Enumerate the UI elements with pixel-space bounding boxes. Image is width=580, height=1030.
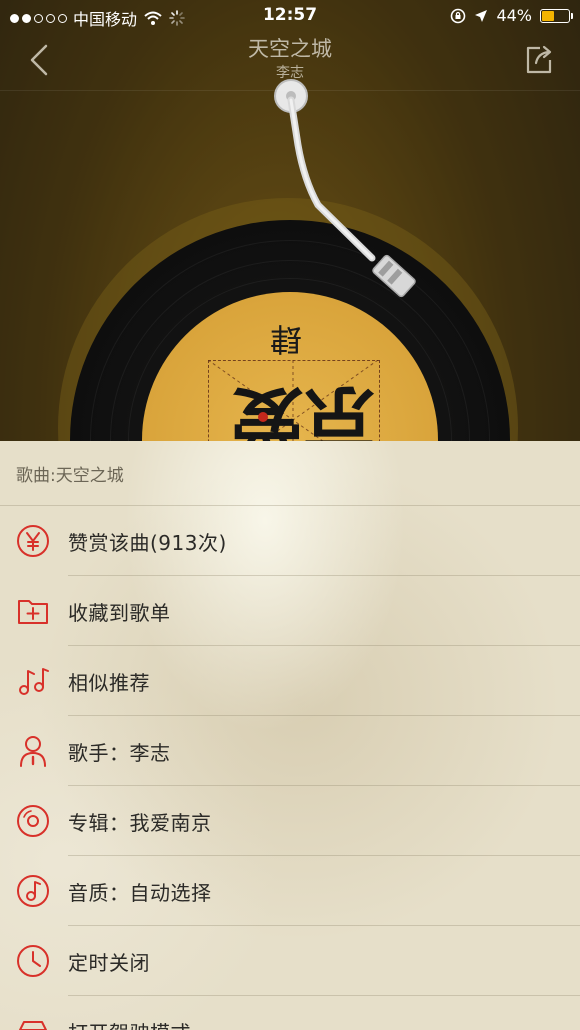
menu-item-quality[interactable]: 音质：自动选择 xyxy=(0,856,580,926)
menu-item-label: 打开驾驶模式 xyxy=(68,1017,191,1030)
menu-item-driving-mode[interactable]: 打开驾驶模式 xyxy=(0,996,580,1030)
yen-coin-icon xyxy=(17,525,49,557)
song-artist[interactable]: 李志 xyxy=(90,64,490,82)
menu-item-artist[interactable]: 歌手：李志 xyxy=(0,716,580,786)
rotation-lock-icon xyxy=(451,8,466,23)
menu-item-label: 相似推荐 xyxy=(68,670,150,695)
chevron-left-icon[interactable] xyxy=(24,42,56,78)
song-title: 天空之城 xyxy=(248,37,332,61)
player-header: 天空之城 李志 xyxy=(0,32,580,92)
battery-icon xyxy=(540,8,573,23)
menu-item-sleep-timer[interactable]: 定时关闭 xyxy=(0,926,580,996)
music-notes-icon xyxy=(19,668,49,695)
album-red-dot xyxy=(258,412,268,422)
album-disc-icon xyxy=(17,805,49,837)
menu-item-label: 专辑：我爱南京 xyxy=(68,810,212,835)
menu-item-label: 音质：自动选择 xyxy=(68,880,212,905)
share-icon[interactable] xyxy=(522,42,556,76)
menu-item-label: 歌手：李志 xyxy=(68,740,171,765)
location-arrow-icon xyxy=(475,9,488,22)
menu-item-label: 赞赏该曲(913次) xyxy=(68,530,227,555)
sheet-title: 歌曲:天空之城 xyxy=(16,466,124,486)
clock-icon xyxy=(17,945,49,977)
music-quality-icon xyxy=(17,875,49,907)
menu-item-similar[interactable]: 相似推荐 xyxy=(0,646,580,716)
status-bar: 中国移动 12:57 44% xyxy=(0,0,580,32)
menu-item-add-to-playlist[interactable]: 收藏到歌单 xyxy=(0,576,580,646)
folder-plus-icon xyxy=(18,600,48,624)
singer-icon xyxy=(20,736,46,767)
song-options-sheet: 歌曲:天空之城 赞赏该曲(913次) 收藏到歌单 相似推荐 歌手：李志 专辑：我… xyxy=(0,441,580,1030)
battery-percent: 44% xyxy=(496,6,532,25)
car-icon xyxy=(19,1021,47,1030)
menu-item-album[interactable]: 专辑：我爱南京 xyxy=(0,786,580,856)
header-divider xyxy=(0,90,580,91)
menu-item-label: 收藏到歌单 xyxy=(68,600,171,625)
menu-item-reward[interactable]: 赞赏该曲(913次) xyxy=(0,506,580,576)
menu-item-label: 定时关闭 xyxy=(68,950,150,975)
battery-level-fill xyxy=(542,10,555,21)
